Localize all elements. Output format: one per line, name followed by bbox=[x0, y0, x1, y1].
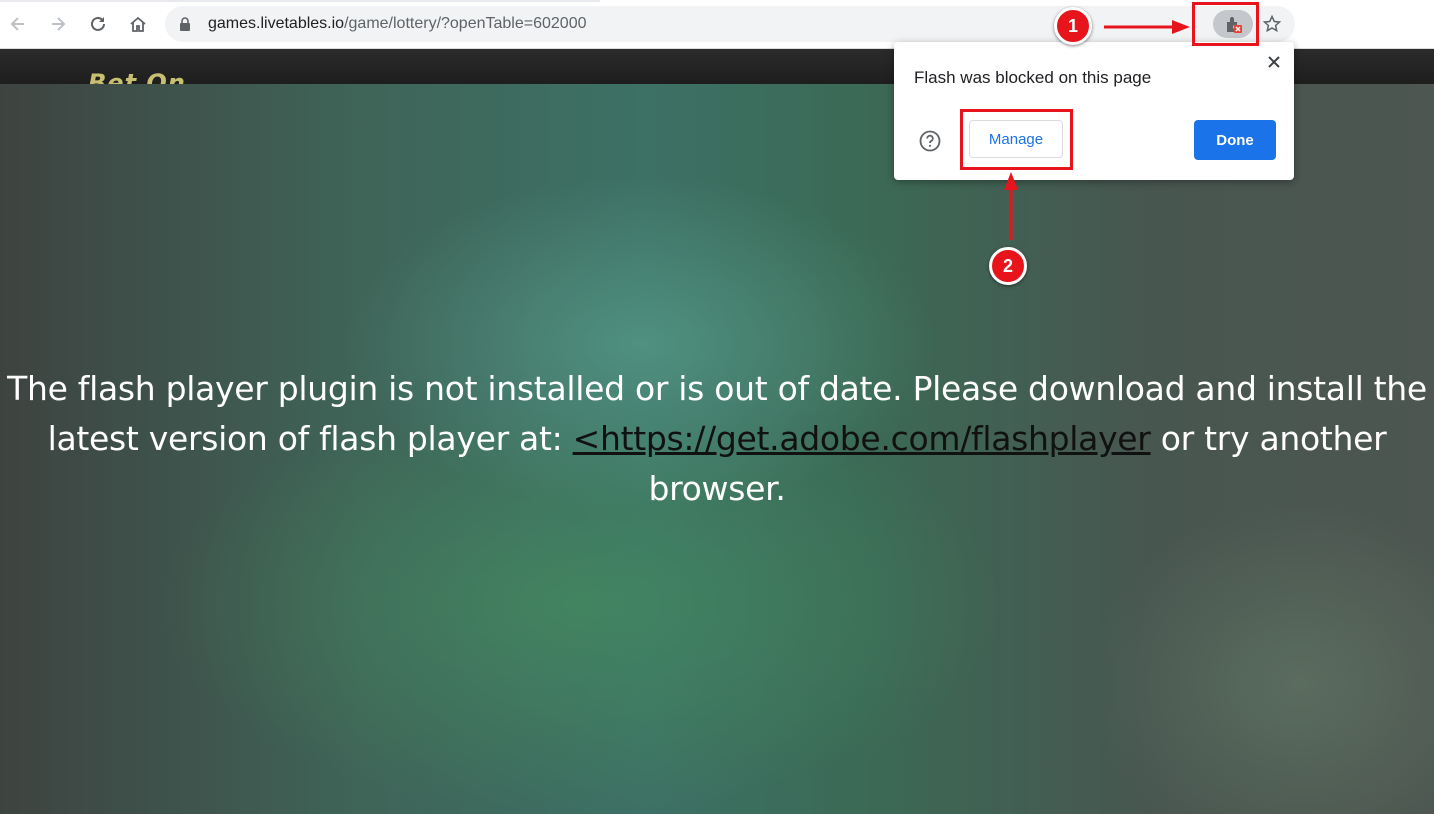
close-icon bbox=[1268, 56, 1280, 68]
url-text[interactable]: games.livetables.io/game/lottery/?openTa… bbox=[208, 15, 586, 33]
flash-missing-message: The flash player plugin is not installed… bbox=[0, 364, 1434, 514]
tab-strip-edge bbox=[0, 0, 600, 2]
done-button[interactable]: Done bbox=[1194, 120, 1276, 160]
bookmark-button[interactable] bbox=[1259, 11, 1285, 37]
help-icon[interactable] bbox=[919, 130, 941, 152]
back-arrow-icon bbox=[10, 17, 24, 31]
site-logo: Bet On bbox=[88, 69, 186, 84]
reload-icon bbox=[91, 16, 105, 31]
popup-close-button[interactable] bbox=[1264, 52, 1284, 72]
step-1-badge: 1 bbox=[1054, 7, 1092, 45]
flash-download-link[interactable]: <https://get.adobe.com/flashplayer bbox=[573, 419, 1151, 458]
lock-icon bbox=[180, 17, 190, 31]
flash-blocked-popup: Flash was blocked on this page Manage Do… bbox=[894, 42, 1294, 180]
home-icon bbox=[130, 16, 146, 32]
reload-button[interactable] bbox=[84, 10, 112, 38]
highlight-plugin-button bbox=[1192, 2, 1259, 46]
forward-arrow-icon bbox=[52, 17, 66, 31]
url-host: games.livetables.io bbox=[208, 15, 345, 32]
highlight-manage-button bbox=[960, 109, 1073, 170]
address-bar[interactable]: games.livetables.io/game/lottery/?openTa… bbox=[165, 6, 1295, 42]
back-button[interactable] bbox=[4, 10, 32, 38]
popup-title: Flash was blocked on this page bbox=[914, 68, 1152, 87]
url-path: /game/lottery/?openTable=602000 bbox=[344, 15, 587, 32]
star-icon bbox=[1262, 14, 1282, 33]
step-2-badge: 2 bbox=[989, 247, 1027, 285]
forward-button[interactable] bbox=[44, 10, 72, 38]
home-button[interactable] bbox=[124, 10, 152, 38]
game-area: The flash player plugin is not installed… bbox=[0, 84, 1434, 814]
